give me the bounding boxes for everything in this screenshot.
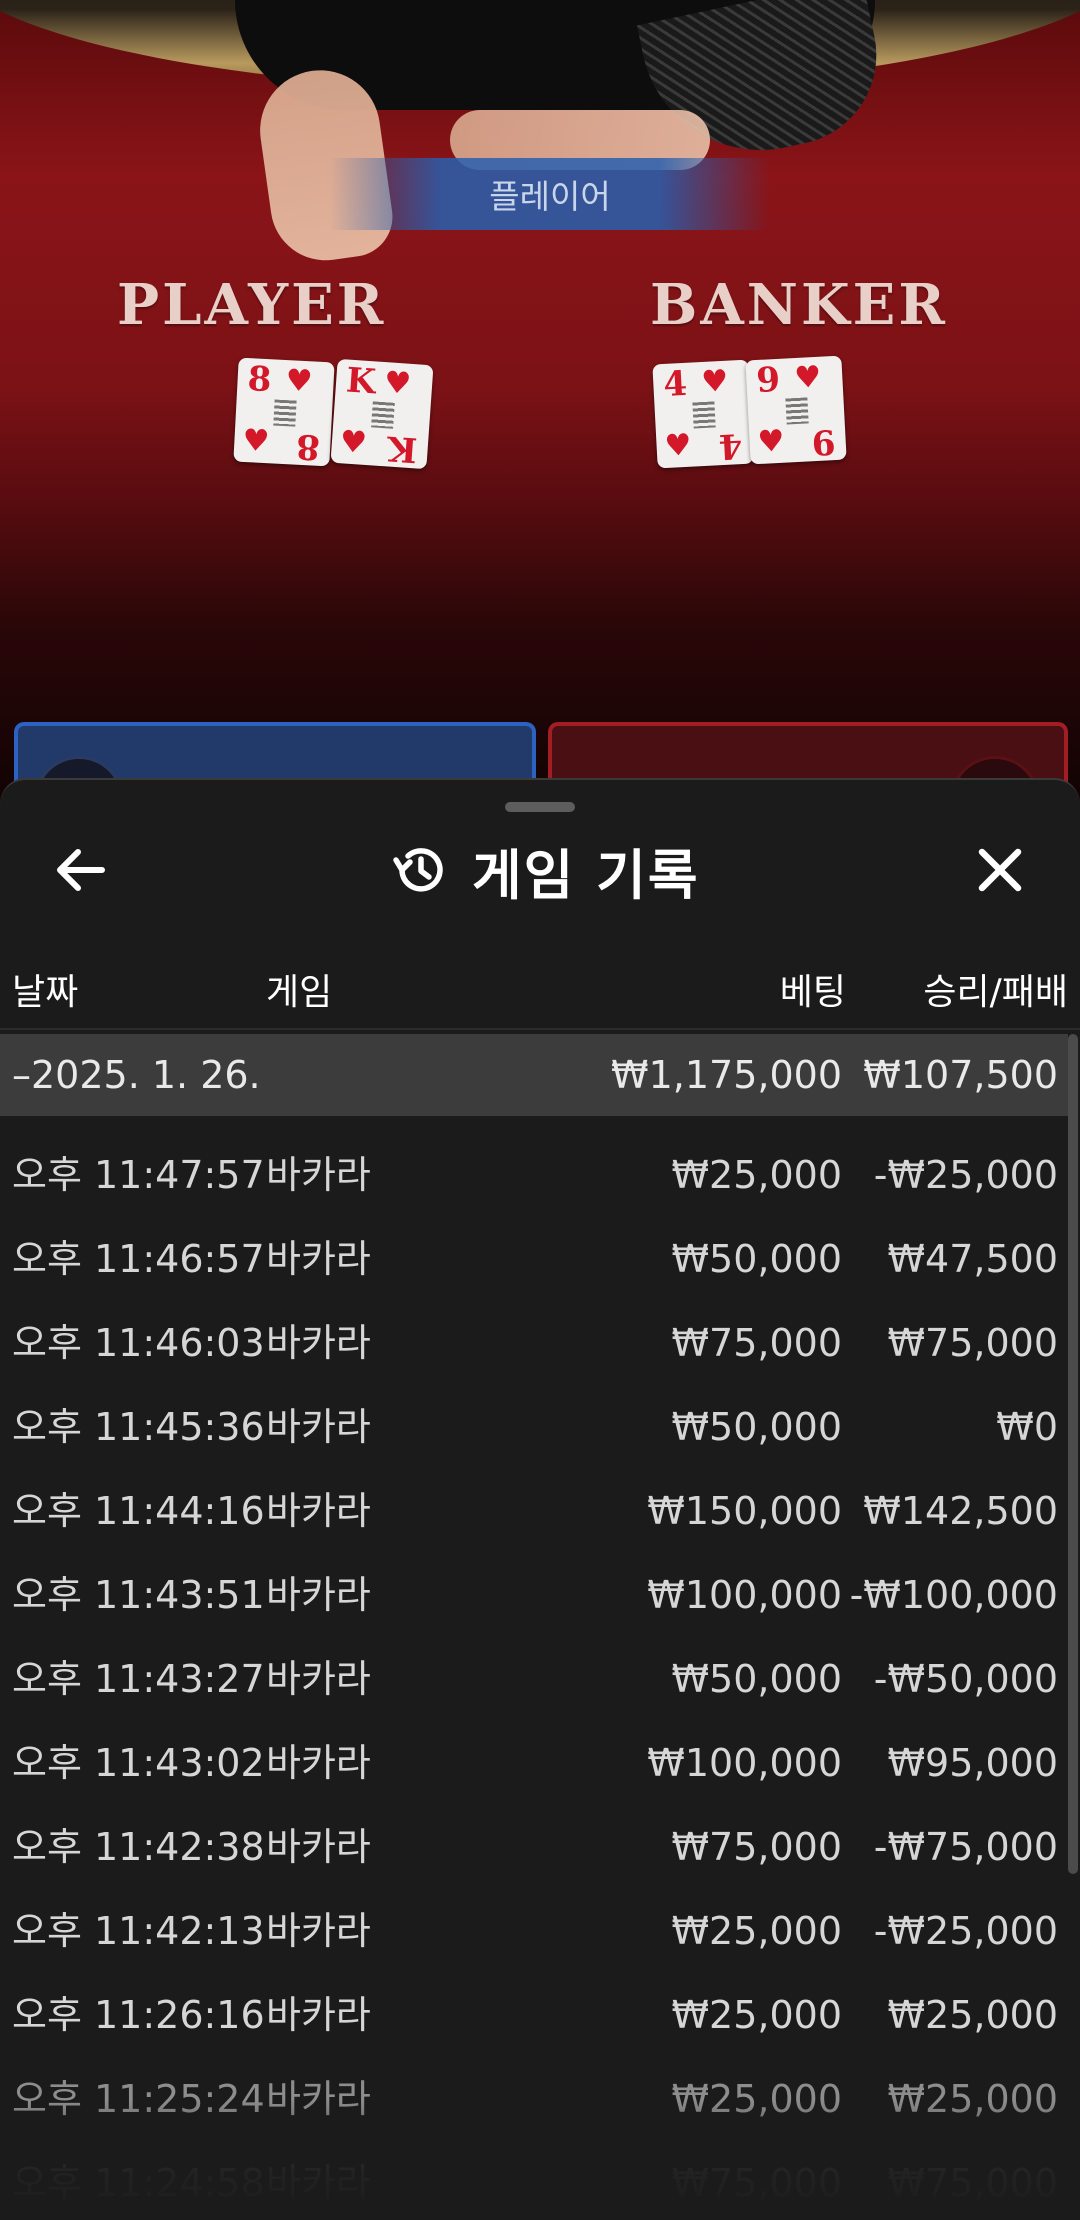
close-button[interactable] [960,830,1040,910]
column-header-game[interactable]: 게임 [266,968,332,1018]
row-win-loss: ₩25,000 [887,2077,1058,2121]
table-row[interactable]: 오후 11:25:24 바카라 ₩25,000 ₩25,000 [0,2040,1068,2124]
date-group-bet-total: ₩1,175,000 [611,1053,842,1097]
row-time: 오후 11:46:03 [12,1321,265,1365]
banker-card: 4 ♥ ♥ 4 [652,359,754,469]
banker-card: 9 ♥ ♥ 9 [745,355,847,465]
table-row[interactable]: 오후 11:42:38 바카라 ₩75,000 -₩75,000 [0,1788,1068,1872]
row-win-loss: ₩25,000 [887,1993,1058,2037]
row-bet: ₩75,000 [671,1321,842,1365]
table-row[interactable]: 오후 11:24:58 바카라 ₩75,000 ₩75,000 [0,2124,1068,2208]
history-title: 게임 기록 [390,830,700,910]
row-win-loss: ₩95,000 [887,1741,1058,1785]
row-game: 바카라 [266,1321,371,1365]
table-row[interactable]: 오후 11:46:57 바카라 ₩50,000 ₩47,500 [0,1200,1068,1284]
table-row[interactable]: 오후 11:26:16 바카라 ₩25,000 ₩25,000 [0,1956,1068,2040]
row-bet: ₩50,000 [671,1237,842,1281]
row-time: 오후 11:43:27 [12,1657,265,1701]
row-time: 오후 11:43:51 [12,1573,265,1617]
row-bet: ₩50,000 [671,1405,842,1449]
row-game: 바카라 [266,1573,371,1617]
player-card: K ♥ ♥ K [330,358,434,470]
table-row[interactable]: 오후 11:43:27 바카라 ₩50,000 -₩50,000 [0,1620,1068,1704]
row-bet: ₩25,000 [671,1909,842,1953]
date-group-label: –2025. 1. 26. [12,1053,261,1097]
row-time: 오후 11:47:57 [12,1153,265,1197]
row-bet: ₩25,000 [671,2077,842,2121]
row-game: 바카라 [266,1405,371,1449]
row-game: 바카라 [266,1237,371,1281]
history-list: 오후 11:47:57 바카라 ₩25,000 -₩25,000 오후 11:4… [0,1116,1068,2208]
row-time: 오후 11:25:24 [12,2077,265,2121]
close-icon [978,848,1022,892]
row-time: 오후 11:24:58 [12,2161,265,2205]
row-win-loss: ₩142,500 [863,1489,1058,1533]
row-game: 바카라 [266,1993,371,2037]
history-header: 게임 기록 [0,820,1080,910]
row-win-loss: ₩0 [996,1405,1058,1449]
row-win-loss: -₩75,000 [873,1825,1058,1869]
row-time: 오후 11:42:38 [12,1825,265,1869]
row-game: 바카라 [266,1153,371,1197]
row-win-loss: -₩25,000 [873,1153,1058,1197]
table-row[interactable]: 오후 11:47:57 바카라 ₩25,000 -₩25,000 [0,1116,1068,1200]
row-game: 바카라 [266,1909,371,1953]
row-win-loss: -₩50,000 [873,1657,1058,1701]
result-banner: 플레이어 [330,158,770,230]
row-game: 바카라 [266,1741,371,1785]
row-game: 바카라 [266,1657,371,1701]
row-win-loss: ₩47,500 [887,1237,1058,1281]
row-time: 오후 11:42:13 [12,1909,265,1953]
row-bet: ₩75,000 [671,1825,842,1869]
row-bet: ₩100,000 [647,1573,842,1617]
row-bet: ₩75,000 [671,2161,842,2205]
live-game-video: 플레이어 PLAYER BANKER 8 ♥ ♥ 8 K ♥ ♥ K 4 ♥ ♥… [0,0,1080,800]
drag-handle[interactable] [505,802,575,812]
banker-label: BANKER [650,272,948,338]
table-header: 날짜 게임 베팅 승리/패배 [0,960,1080,1030]
row-win-loss: ₩75,000 [887,1321,1058,1365]
table-row[interactable]: 오후 11:42:13 바카라 ₩25,000 -₩25,000 [0,1872,1068,1956]
row-game: 바카라 [266,2077,371,2121]
date-group-win-total: ₩107,500 [863,1053,1058,1097]
row-bet: ₩25,000 [671,1993,842,2037]
row-win-loss: -₩25,000 [873,1909,1058,1953]
row-time: 오후 11:46:57 [12,1237,265,1281]
column-header-date[interactable]: 날짜 [12,968,78,1018]
table-row[interactable]: 오후 11:43:02 바카라 ₩100,000 ₩95,000 [0,1704,1068,1788]
row-bet: ₩150,000 [647,1489,842,1533]
column-header-win-loss[interactable]: 승리/패배 [923,968,1068,1018]
table-row[interactable]: 오후 11:44:16 바카라 ₩150,000 ₩142,500 [0,1452,1068,1536]
row-game: 바카라 [266,1825,371,1869]
table-row[interactable]: 오후 11:46:03 바카라 ₩75,000 ₩75,000 [0,1284,1068,1368]
player-card: 8 ♥ ♥ 8 [233,357,335,467]
game-history-sheet: 게임 기록 날짜 게임 베팅 승리/패배 –2025. 1. 26. ₩1,17… [0,778,1080,2220]
column-header-bet[interactable]: 베팅 [780,968,846,1018]
row-time: 오후 11:43:02 [12,1741,265,1785]
row-time: 오후 11:44:16 [12,1489,265,1533]
row-game: 바카라 [266,1489,371,1533]
row-game: 바카라 [266,2161,371,2205]
scrollbar-thumb[interactable] [1068,1034,1078,1874]
date-group-row[interactable]: –2025. 1. 26. ₩1,175,000 ₩107,500 [0,1034,1068,1116]
row-time: 오후 11:26:16 [12,1993,265,2037]
player-label: PLAYER [117,272,387,338]
row-bet: ₩25,000 [671,1153,842,1197]
history-icon [393,848,443,892]
back-button[interactable] [40,830,120,910]
table-row[interactable]: 오후 11:45:36 바카라 ₩50,000 ₩0 [0,1368,1068,1452]
row-win-loss: -₩100,000 [849,1573,1058,1617]
row-win-loss: ₩75,000 [887,2161,1058,2205]
table-row[interactable]: 오후 11:43:51 바카라 ₩100,000 -₩100,000 [0,1536,1068,1620]
row-bet: ₩50,000 [671,1657,842,1701]
arrow-left-icon [57,849,105,891]
page-title: 게임 기록 [472,843,700,907]
row-bet: ₩100,000 [647,1741,842,1785]
row-time: 오후 11:45:36 [12,1405,265,1449]
